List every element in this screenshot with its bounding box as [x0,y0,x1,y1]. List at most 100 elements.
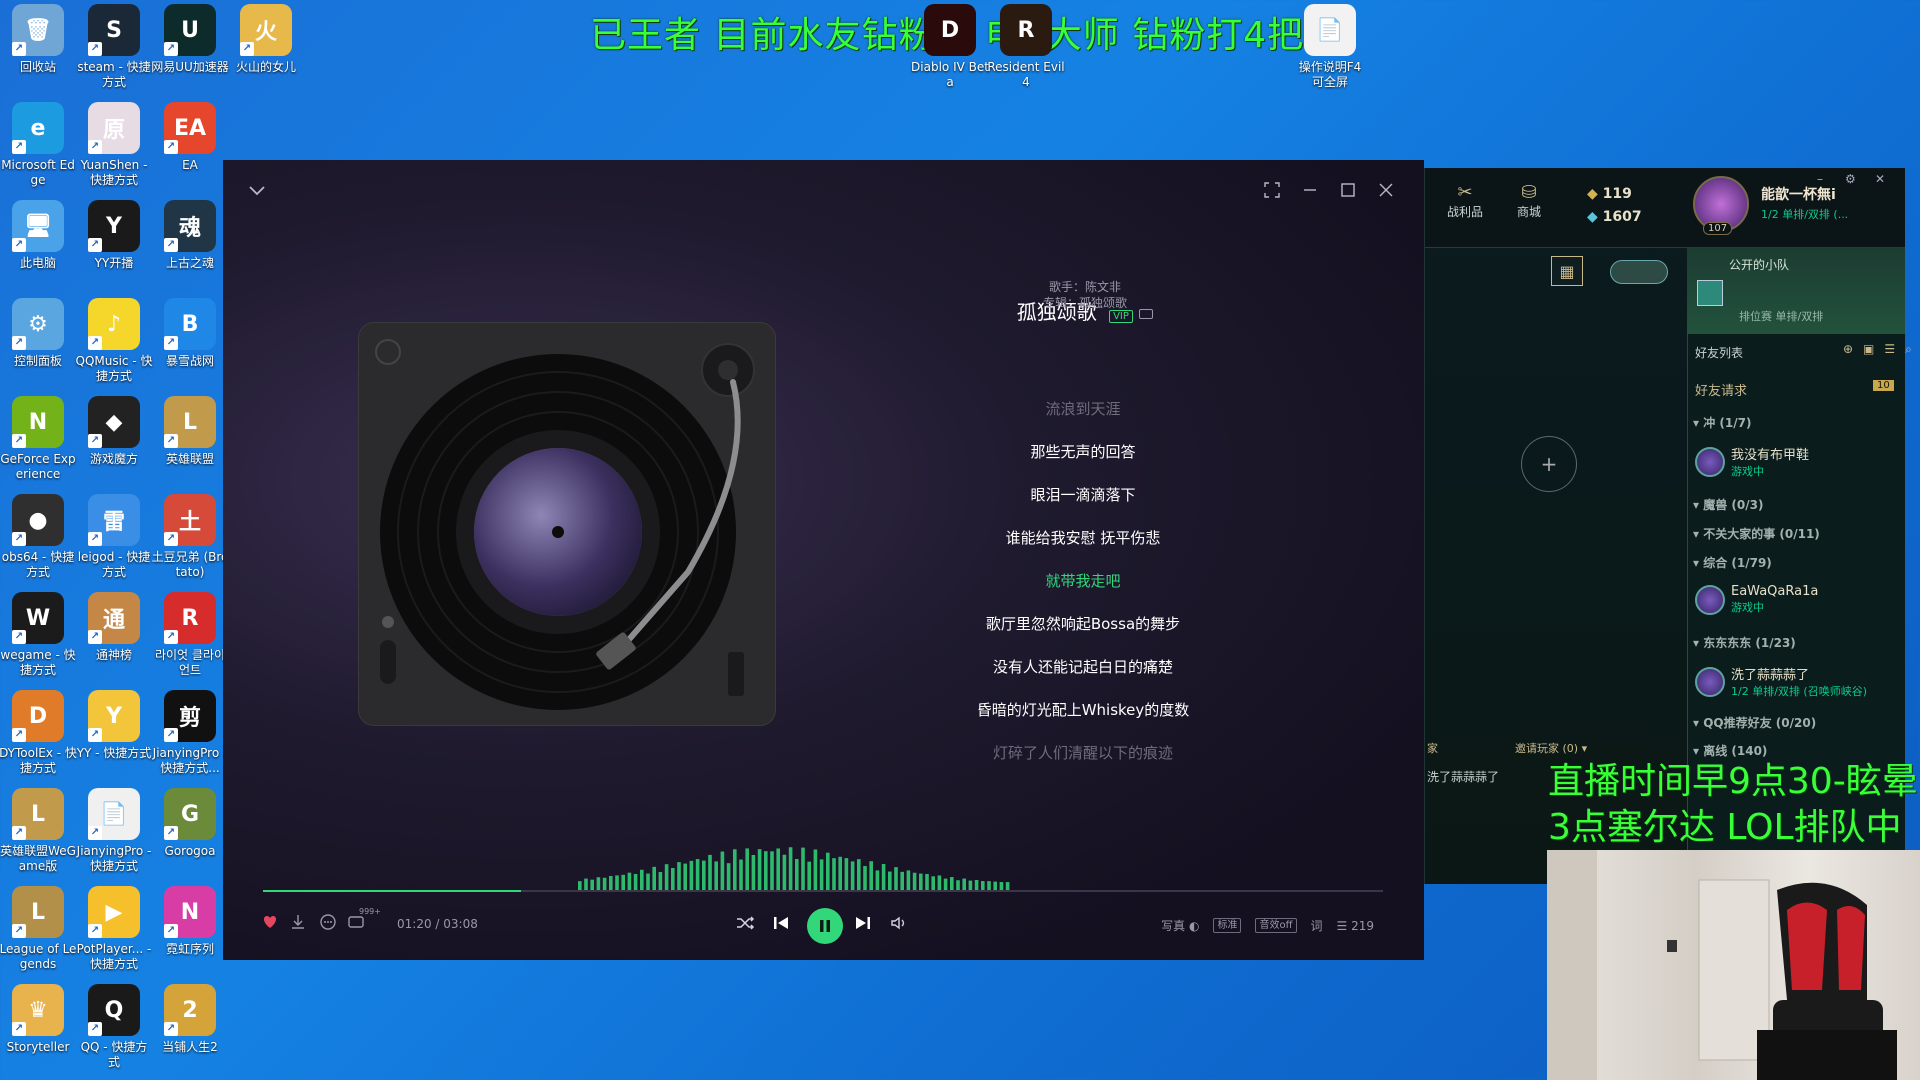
app-icon: L ↗ [164,396,216,448]
chat-line[interactable]: 洗了蒜蒜蒜了 [1427,768,1499,785]
app-icon: 📄 ↗ [88,788,140,840]
be-balance[interactable]: ◆ 1607 [1587,209,1642,225]
desktop-icon[interactable]: 📄 ↗ JianyingPro - 快捷方式 [76,788,152,874]
client-minimize-icon[interactable]: – [1817,172,1823,186]
friend-list-item[interactable]: 洗了蒜蒜蒜了 1/2 单排/双排 (召唤师峡谷) [1695,664,1867,699]
desktop-icon[interactable]: 📄 操作说明F4 可全屏 [1292,4,1368,90]
minimize-icon[interactable] [1302,182,1318,198]
desktop-icon[interactable]: 🗑 ↗ 回收站 [0,4,76,75]
friend-group-header[interactable]: ▾ QQ推荐好友 (0/20) [1693,714,1816,731]
desktop-icon[interactable]: 2 ↗ 当铺人生2 [152,984,228,1055]
desktop-icon[interactable]: G ↗ Gorogoa [152,788,228,859]
summoner-name[interactable]: 能歆一杯無i [1761,184,1836,204]
desktop-icon[interactable]: R Resident Evil 4 [987,4,1065,90]
desktop-icon[interactable]: 雷 ↗ leigod - 快捷方式 [76,494,152,580]
desktop-icon[interactable]: 通 ↗ 通神榜 [76,592,152,663]
desktop-icon[interactable]: L ↗ League of Legends [0,886,76,972]
shuffle-icon[interactable] [735,913,755,933]
friend-tools-icon[interactable]: ⊕▣☰⌕ [1843,342,1920,357]
desktop-icon[interactable]: 原 ↗ YuanShen - 快捷方式 [76,102,152,188]
desktop-icon[interactable]: ⚙ ↗ 控制面板 [0,298,76,369]
lyric-button[interactable]: 词 [1311,917,1323,934]
desktop-icon[interactable]: N ↗ 霓虹序列 [152,886,228,957]
close-icon[interactable] [1378,182,1394,198]
desktop-icon[interactable]: 土 ↗ 土豆兄弟 (Brotato) [152,494,228,580]
friend-list-item[interactable]: 我没有布甲鞋 游戏中 [1695,444,1809,479]
desktop-icon[interactable]: R ↗ 라이엇 클라이언트 [152,592,228,678]
friend-group-header[interactable]: ▾ 魔兽 (0/3) [1693,496,1763,513]
more-icon[interactable] [319,913,337,931]
fullscreen-icon[interactable] [1264,182,1280,198]
friend-avatar [1695,446,1725,477]
desktop-icon[interactable]: ♛ ↗ Storyteller [0,984,76,1055]
desktop-icon[interactable]: N ↗ GeForce Experience [0,396,76,482]
maximize-icon[interactable] [1340,182,1356,198]
friend-group-header[interactable]: ▾ 冲 (1/7) [1693,414,1751,431]
next-icon[interactable] [853,913,873,933]
desktop-icon[interactable]: S ↗ steam - 快捷方式 [76,4,152,90]
previous-icon[interactable] [771,913,791,933]
desktop-icon[interactable]: B ↗ 暴雪战网 [152,298,228,369]
quality-select[interactable]: 标准 [1213,918,1242,933]
pause-button[interactable] [807,908,843,944]
desktop-icon[interactable]: ▶ ↗ PotPlayer... - 快捷方式 [76,886,152,972]
desktop-icon[interactable]: 火 ↗ 火山的女儿 [228,4,304,75]
desktop-icon[interactable]: D Diablo IV Beta [911,4,989,90]
visualizer-bar [925,873,929,890]
loot-tab[interactable]: ✂ 战利品 [1447,182,1483,220]
photo-mode-toggle[interactable]: 写真 ◐ [1161,917,1199,934]
friend-group-header[interactable]: ▾ 东东东东 (1/23) [1693,634,1796,651]
singer-label[interactable]: 歌手：陈文非 [965,278,1205,295]
desktop-icon[interactable]: ◆ ↗ 游戏魔方 [76,396,152,467]
collapse-icon[interactable] [247,180,267,200]
desktop-icon[interactable]: 魂 ↗ 上古之魂 [152,200,228,271]
comment-icon[interactable]: 999+ [347,907,381,931]
friend-requests[interactable]: 好友请求 [1695,380,1747,399]
desktop-icon-label: Microsoft Edge [1,158,75,187]
like-icon[interactable] [261,913,279,931]
client-close-icon[interactable]: ✕ [1875,172,1885,186]
desktop-icon[interactable]: U ↗ 网易UU加速器 [151,4,229,75]
desktop-icon[interactable]: Q ↗ QQ - 快捷方式 [76,984,152,1070]
progress-bar[interactable] [263,890,1383,892]
desktop-icon[interactable]: L ↗ 英雄联盟WeGame版 [0,788,76,874]
rp-balance[interactable]: ◆ 119 [1587,186,1632,202]
desktop-icon[interactable]: e ↗ Microsoft Edge [0,102,76,188]
add-party-member-icon[interactable]: + [1521,436,1577,492]
be-icon: ◆ [1587,209,1598,225]
summoner-status: 1/2 单排/双排 (... [1761,208,1849,221]
desktop-icon[interactable]: EA ↗ EA [152,102,228,173]
friend-list-item[interactable]: EaWaQaRa1a 游戏中 [1695,584,1818,615]
download-icon[interactable] [289,913,307,931]
client-settings-icon[interactable]: ⚙ [1845,172,1856,186]
desktop-icon[interactable]: ♪ ↗ QQMusic - 快捷方式 [76,298,153,384]
desktop-icon[interactable]: D ↗ DYToolEx - 快捷方式 [0,690,77,776]
lyric-line: 眼泪一滴滴落下 [1030,486,1136,504]
store-tab[interactable]: ⛁ 商城 [1517,182,1541,220]
desktop-icon-label: 回收站 [19,60,56,74]
album-label[interactable]: 专辑：孤独颂歌 [965,294,1205,311]
friend-group-header[interactable]: ▾ 不关大家的事 (0/11) [1693,525,1820,542]
friend-group-header[interactable]: ▾ 综合 (1/79) [1693,554,1772,571]
lyric-line: 灯碎了人们清醒以下的痕迹 [992,744,1173,762]
desktop-icon[interactable]: Y ↗ YY开播 [76,200,152,271]
visualizer-bar [999,882,1004,890]
app-icon: 原 ↗ [88,102,140,154]
desktop-icon[interactable]: Y ↗ YY - 快捷方式 [76,690,152,761]
visualizer-bar [1005,882,1010,890]
volume-icon[interactable] [889,913,909,933]
desktop-icon[interactable]: L ↗ 英雄联盟 [152,396,228,467]
open-party-box[interactable]: 公开的小队 排位赛 单排/双排 [1687,248,1905,334]
desktop-icon[interactable]: 剪 ↗ JianyingPro - 快捷方式... [152,690,228,776]
playlist-button[interactable]: ☰ 219 [1337,919,1374,933]
visualizer-bar [919,873,923,890]
party-toggle[interactable] [1610,260,1668,284]
visualizer-bar [652,866,656,890]
stats-icon[interactable]: ▦ [1551,256,1583,286]
client-topbar: ✂ 战利品 ⛁ 商城 ◆ 119 ◆ 1607 107 能歆一杯無i 1/2 单… [1425,168,1905,248]
desktop-icon[interactable]: ● ↗ obs64 - 快捷方式 [0,494,76,580]
desktop-icon[interactable]: 🖥 ↗ 此电脑 [0,200,76,271]
sound-effect-toggle[interactable]: 音效off [1255,918,1297,933]
desktop-icon[interactable]: W ↗ wegame - 快捷方式 [0,592,76,678]
visualizer-bar [584,878,588,890]
